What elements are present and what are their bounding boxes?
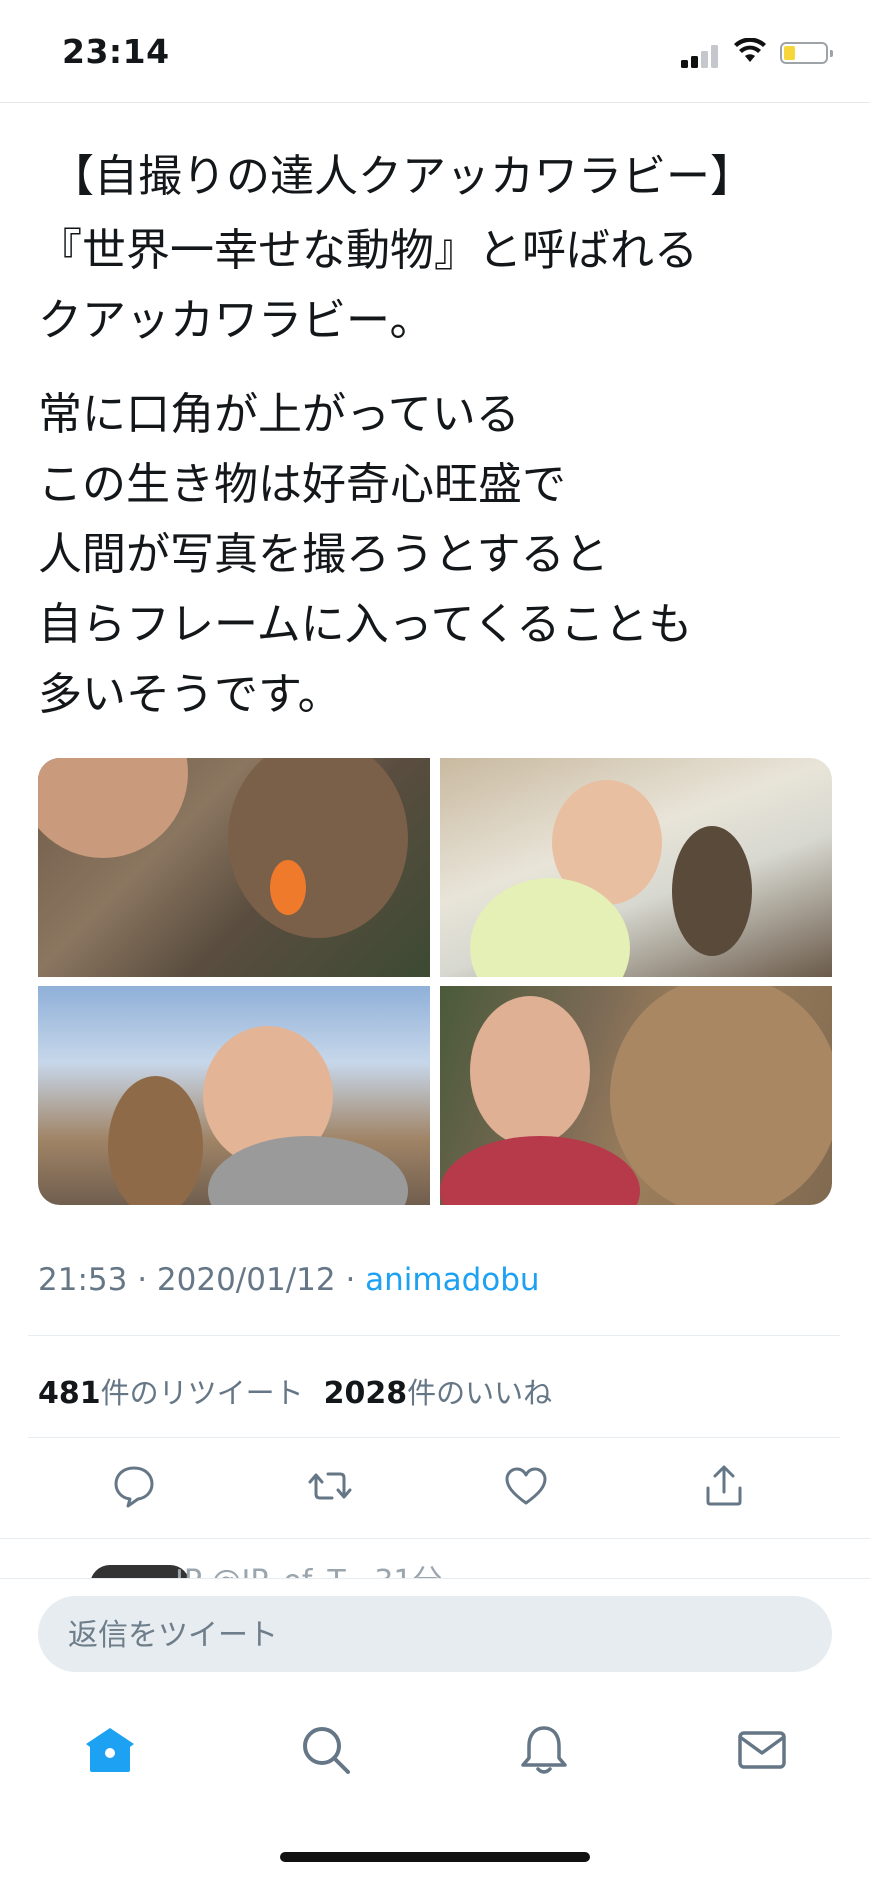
tweet-time: 21:53 [38,1262,128,1298]
home-indicator [280,1852,590,1862]
wifi-icon [734,38,766,62]
tweet-paragraph: 『世界一幸せな動物』と呼ばれる クアッカワラビー。 [38,225,698,346]
likes-stat[interactable]: 2028件のいいね [323,1376,553,1411]
signal-icon [681,44,721,68]
status-time: 23:14 [62,32,170,71]
retweet-icon [308,1472,352,1500]
tweet-meta: 21:53 · 2020/01/12 · animadobu [38,1262,540,1298]
likes-label: 件のいいね [407,1376,553,1410]
share-button[interactable] [700,1462,756,1518]
retweet-button[interactable] [306,1462,362,1518]
retweets-label: 件のリツイート [100,1376,304,1410]
like-button[interactable] [502,1462,558,1518]
tweet-date: 2020/01/12 [156,1262,336,1298]
meta-separator: · [127,1262,157,1298]
divider [28,1335,840,1336]
retweets-count: 481 [38,1376,101,1411]
tab-home[interactable] [80,1720,140,1780]
tab-messages[interactable] [732,1720,792,1780]
search-icon [303,1727,350,1774]
tab-notifications[interactable] [514,1720,574,1780]
status-bar: 23:14 [0,0,870,103]
tweet-title: 【自撮りの達人クアッカワラビー】 [50,151,754,202]
tab-search[interactable] [296,1720,356,1780]
battery-icon [780,42,833,64]
likes-count: 2028 [323,1376,408,1411]
divider [0,1538,870,1539]
home-icon [86,1728,134,1772]
tweet-stats: 481件のリツイート 2028件のいいね [38,1370,552,1412]
tweet-actions [0,1462,870,1518]
media-grid[interactable] [38,758,832,1205]
messages-icon [738,1731,786,1769]
reply-header: JP @JP_of_T · 31分 [175,1556,442,1578]
tab-bar [0,1720,870,1780]
photo-man-quokka-carrot[interactable] [38,758,430,977]
tweet-body: 【自撮りの達人クアッカワラビー】 『世界一幸せな動物』と呼ばれる クアッカワラビ… [38,142,838,730]
reply-input[interactable] [66,1596,770,1674]
reply-input-container[interactable] [38,1596,832,1674]
divider [28,1437,840,1438]
reply-icon [114,1466,154,1508]
photo-man-quokka-sky[interactable] [38,986,430,1205]
retweets-stat[interactable]: 481件のリツイート [38,1376,304,1411]
reply-button[interactable] [110,1462,166,1518]
photo-man-quokka-beach[interactable] [440,758,832,977]
notifications-icon [521,1726,567,1774]
photo-man-quokka-closeup[interactable] [440,986,832,1205]
meta-separator: · [335,1262,366,1298]
share-icon [706,1465,742,1506]
like-icon [505,1467,547,1505]
tweet-paragraph: 常に口角が上がっている この生き物は好奇心旺盛で 人間が写真を撮ろうとすると 自… [38,389,693,720]
tweet-source-link[interactable]: animadobu [365,1262,539,1298]
